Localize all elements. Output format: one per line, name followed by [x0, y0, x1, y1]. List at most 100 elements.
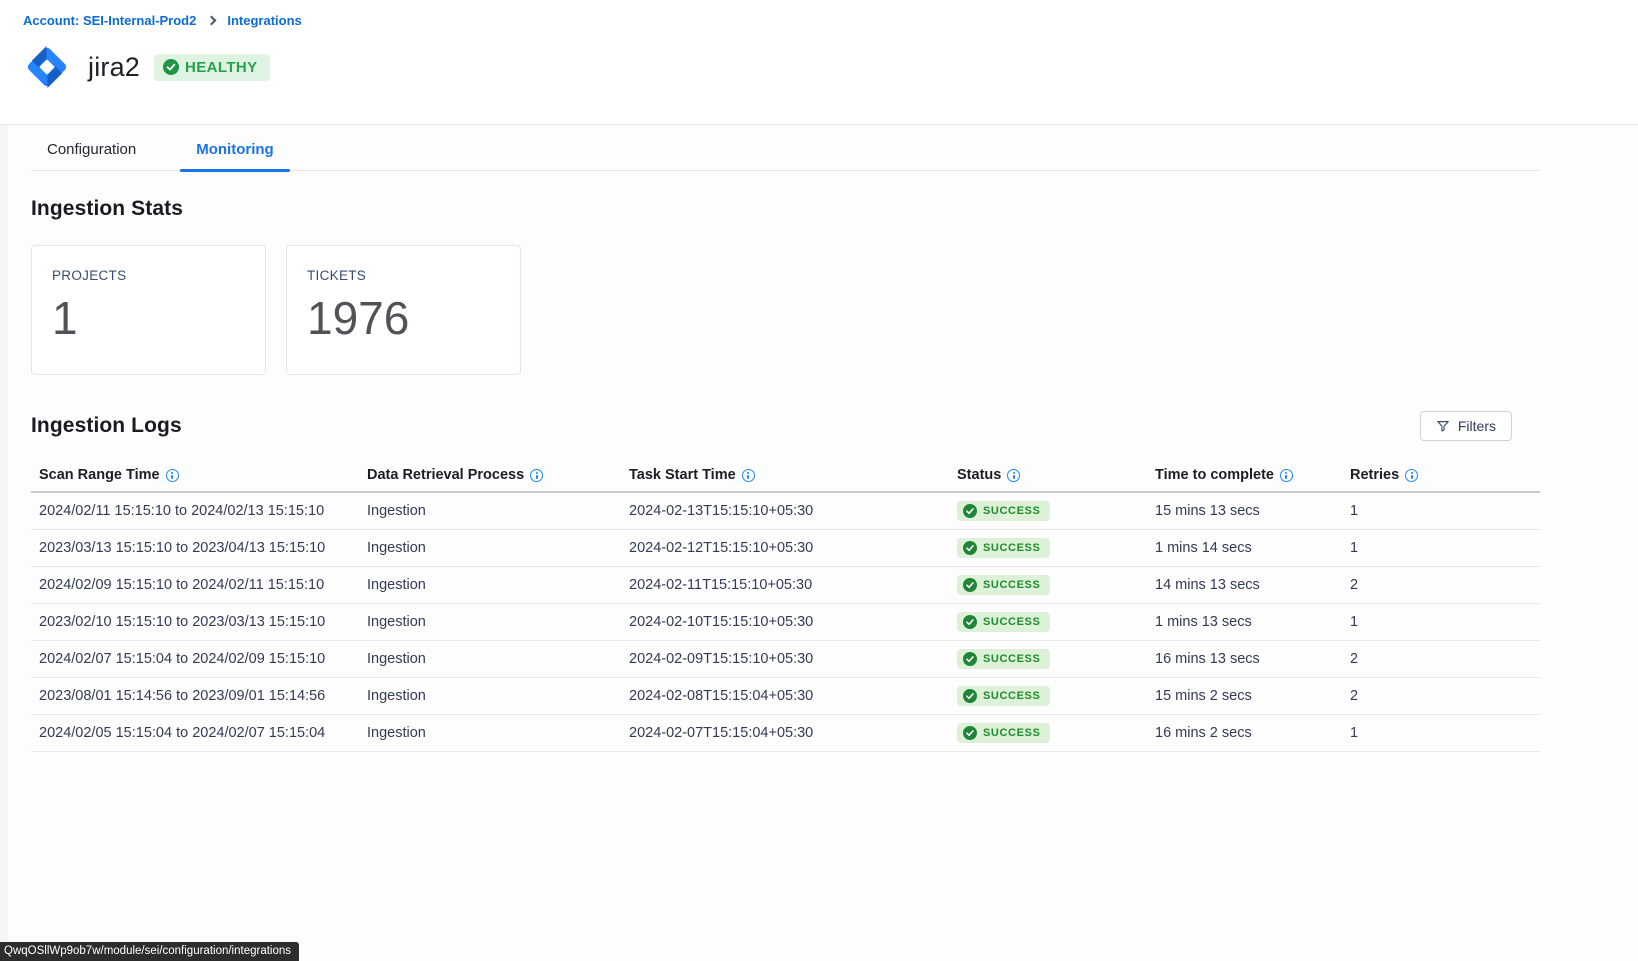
- cell-time-to-complete: 14 mins 13 secs: [1155, 577, 1350, 593]
- status-label: SUCCESS: [983, 690, 1040, 702]
- ingestion-logs-header-row: Ingestion Logs Filters: [31, 411, 1540, 441]
- tabs-bar: Configuration Monitoring: [31, 125, 1540, 171]
- check-circle-icon: [963, 578, 977, 592]
- breadcrumb: Account: SEI-Internal-Prod2 Integrations: [23, 13, 302, 28]
- chevron-right-icon: [207, 16, 217, 26]
- check-circle-icon: [963, 504, 977, 518]
- jira-logo-icon: [20, 40, 74, 94]
- table-row: 2023/02/10 15:15:10 to 2023/03/13 15:15:…: [31, 604, 1540, 641]
- check-circle-icon: [963, 689, 977, 703]
- status-badge: SUCCESS: [957, 501, 1050, 521]
- cell-time-to-complete: 1 mins 13 secs: [1155, 614, 1350, 630]
- check-circle-icon: [163, 59, 179, 75]
- cell-status: SUCCESS: [957, 649, 1155, 670]
- filter-funnel-icon: [1436, 419, 1450, 433]
- table-row: 2024/02/09 15:15:10 to 2024/02/11 15:15:…: [31, 567, 1540, 604]
- cell-task-start: 2024-02-12T15:15:10+05:30: [629, 540, 957, 556]
- column-header-label: Task Start Time: [629, 467, 736, 483]
- cell-task-start: 2024-02-13T15:15:10+05:30: [629, 503, 957, 519]
- cell-scan-range: 2023/03/13 15:15:10 to 2023/04/13 15:15:…: [39, 540, 367, 556]
- table-row: 2024/02/11 15:15:10 to 2024/02/13 15:15:…: [31, 493, 1540, 530]
- filters-button[interactable]: Filters: [1420, 411, 1512, 441]
- breadcrumb-integrations-link[interactable]: Integrations: [227, 13, 301, 28]
- cell-retries: 1: [1350, 614, 1540, 630]
- cell-process: Ingestion: [367, 503, 629, 519]
- cell-status: SUCCESS: [957, 538, 1155, 559]
- table-row: 2023/03/13 15:15:10 to 2023/04/13 15:15:…: [31, 530, 1540, 567]
- status-badge: SUCCESS: [957, 612, 1050, 632]
- column-header-process: Data Retrieval Process: [367, 467, 629, 483]
- main-content: Configuration Monitoring Ingestion Stats…: [0, 125, 1638, 961]
- cell-time-to-complete: 16 mins 2 secs: [1155, 725, 1350, 741]
- cell-status: SUCCESS: [957, 575, 1155, 596]
- status-badge: SUCCESS: [957, 723, 1050, 743]
- status-label: SUCCESS: [983, 616, 1040, 628]
- cell-scan-range: 2023/02/10 15:15:10 to 2023/03/13 15:15:…: [39, 614, 367, 630]
- cell-retries: 1: [1350, 540, 1540, 556]
- info-icon[interactable]: [1007, 469, 1020, 482]
- status-label: SUCCESS: [983, 542, 1040, 554]
- cell-process: Ingestion: [367, 688, 629, 704]
- cell-process: Ingestion: [367, 614, 629, 630]
- stat-card-projects: PROJECTS 1: [31, 245, 266, 375]
- column-header-label: Retries: [1350, 467, 1399, 483]
- info-icon[interactable]: [1280, 469, 1293, 482]
- status-badge: SUCCESS: [957, 686, 1050, 706]
- info-icon[interactable]: [1405, 469, 1418, 482]
- cell-retries: 2: [1350, 577, 1540, 593]
- ingestion-logs-heading: Ingestion Logs: [31, 414, 182, 438]
- cell-time-to-complete: 15 mins 13 secs: [1155, 503, 1350, 519]
- cell-process: Ingestion: [367, 577, 629, 593]
- tab-monitoring[interactable]: Monitoring: [180, 141, 289, 170]
- column-header-status: Status: [957, 467, 1155, 483]
- health-status-badge: HEALTHY: [154, 54, 270, 81]
- info-icon[interactable]: [166, 469, 179, 482]
- column-header-time-to-complete: Time to complete: [1155, 467, 1350, 483]
- column-header-scan-range: Scan Range Time: [39, 467, 367, 483]
- cell-scan-range: 2024/02/09 15:15:10 to 2024/02/11 15:15:…: [39, 577, 367, 593]
- cell-task-start: 2024-02-08T15:15:04+05:30: [629, 688, 957, 704]
- cell-process: Ingestion: [367, 725, 629, 741]
- status-badge: SUCCESS: [957, 575, 1050, 595]
- column-header-label: Status: [957, 467, 1001, 483]
- status-badge: SUCCESS: [957, 538, 1050, 558]
- cell-task-start: 2024-02-11T15:15:10+05:30: [629, 577, 957, 593]
- table-body: 2024/02/11 15:15:10 to 2024/02/13 15:15:…: [31, 493, 1540, 752]
- check-circle-icon: [963, 726, 977, 740]
- column-header-retries: Retries: [1350, 467, 1540, 483]
- info-icon[interactable]: [530, 469, 543, 482]
- table-row: 2023/08/01 15:14:56 to 2023/09/01 15:14:…: [31, 678, 1540, 715]
- cell-status: SUCCESS: [957, 686, 1155, 707]
- stat-card-tickets: TICKETS 1976: [286, 245, 521, 375]
- cell-time-to-complete: 16 mins 13 secs: [1155, 651, 1350, 667]
- status-label: SUCCESS: [983, 653, 1040, 665]
- page-title: jira2: [88, 52, 140, 83]
- column-header-task-start: Task Start Time: [629, 467, 957, 483]
- ingestion-stats-heading: Ingestion Stats: [31, 197, 1540, 221]
- breadcrumb-account-link[interactable]: Account: SEI-Internal-Prod2: [23, 13, 196, 28]
- check-circle-icon: [963, 615, 977, 629]
- stat-value-projects: 1: [52, 291, 245, 345]
- status-label: SUCCESS: [983, 505, 1040, 517]
- cell-task-start: 2024-02-07T15:15:04+05:30: [629, 725, 957, 741]
- status-label: SUCCESS: [983, 727, 1040, 739]
- cell-time-to-complete: 15 mins 2 secs: [1155, 688, 1350, 704]
- column-header-label: Scan Range Time: [39, 467, 160, 483]
- cell-scan-range: 2024/02/07 15:15:04 to 2024/02/09 15:15:…: [39, 651, 367, 667]
- cell-status: SUCCESS: [957, 501, 1155, 522]
- ingestion-logs-table: Scan Range Time Data Retrieval Process T…: [31, 459, 1540, 752]
- stat-cards: PROJECTS 1 TICKETS 1976: [31, 245, 1540, 375]
- stat-label-projects: PROJECTS: [52, 268, 245, 283]
- status-label: SUCCESS: [983, 579, 1040, 591]
- cell-scan-range: 2023/08/01 15:14:56 to 2023/09/01 15:14:…: [39, 688, 367, 704]
- health-status-label: HEALTHY: [185, 59, 258, 76]
- check-circle-icon: [963, 541, 977, 555]
- cell-process: Ingestion: [367, 540, 629, 556]
- info-icon[interactable]: [742, 469, 755, 482]
- left-gutter: [0, 125, 8, 961]
- check-circle-icon: [963, 652, 977, 666]
- tab-configuration[interactable]: Configuration: [31, 141, 152, 170]
- status-badge: SUCCESS: [957, 649, 1050, 669]
- url-preview-tooltip: QwqOSllWp9ob7w/module/sei/configuration/…: [0, 942, 299, 961]
- cell-status: SUCCESS: [957, 723, 1155, 744]
